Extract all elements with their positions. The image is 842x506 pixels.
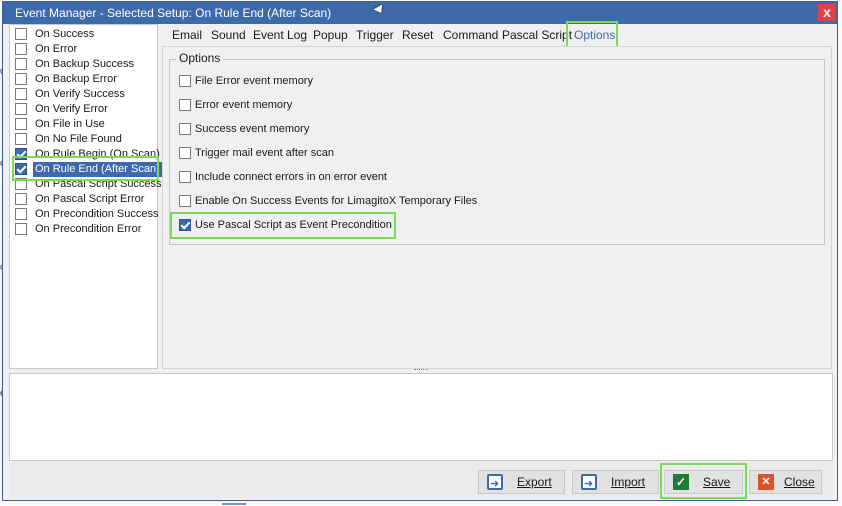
tab-email[interactable]: Email bbox=[172, 26, 202, 44]
tab-sound[interactable]: Sound bbox=[211, 26, 246, 44]
option-label: Trigger mail event after scan bbox=[195, 147, 334, 159]
event-list-item[interactable]: On Verify Success bbox=[13, 87, 161, 102]
checkbox[interactable] bbox=[179, 99, 191, 111]
event-list-item[interactable]: On Rule Begin (On Scan) bbox=[13, 147, 161, 162]
event-label: On Success bbox=[35, 28, 95, 40]
window-close-button[interactable]: x bbox=[818, 4, 836, 21]
event-list-item[interactable]: On Error bbox=[13, 42, 161, 57]
checkbox-checked[interactable] bbox=[15, 163, 27, 175]
import-label: Import bbox=[611, 475, 646, 489]
tab-popup[interactable]: Popup bbox=[313, 26, 348, 44]
event-label: On Rule End (After Scan) bbox=[33, 162, 162, 177]
options-group-legend: Options bbox=[176, 51, 224, 65]
option-label: Use Pascal Script as Event Precondition bbox=[195, 219, 392, 231]
event-list-item[interactable]: On File in Use bbox=[13, 117, 161, 132]
checkbox[interactable] bbox=[179, 147, 191, 159]
event-list-item[interactable]: On Backup Error bbox=[13, 72, 161, 87]
save-label: Save bbox=[703, 475, 731, 489]
export-label: Export bbox=[517, 475, 552, 489]
option-label: Enable On Success Events for LimagitoX T… bbox=[195, 195, 478, 207]
checkbox[interactable] bbox=[15, 133, 27, 145]
check-icon: ✓ bbox=[673, 474, 689, 490]
export-icon bbox=[487, 473, 503, 495]
event-label: On Backup Error bbox=[35, 73, 117, 85]
tab-command[interactable]: Command bbox=[443, 26, 498, 44]
option-label: File Error event memory bbox=[195, 75, 313, 87]
import-icon bbox=[581, 473, 597, 495]
event-list-item[interactable]: On Pascal Script Success bbox=[13, 177, 162, 192]
title-bar[interactable]: Event Manager - Selected Setup: On Rule … bbox=[3, 2, 837, 24]
event-list-item[interactable]: On Verify Error bbox=[13, 102, 161, 117]
event-label: On Precondition Success bbox=[35, 208, 159, 220]
taskbar-fragment bbox=[222, 503, 246, 505]
close-label: Close bbox=[784, 475, 815, 489]
event-label: On No File Found bbox=[35, 133, 122, 145]
tab-options[interactable]: Options bbox=[574, 26, 615, 44]
checkbox[interactable] bbox=[179, 123, 191, 135]
checkbox[interactable] bbox=[15, 88, 27, 100]
checkbox[interactable] bbox=[15, 43, 27, 55]
save-button[interactable]: ✓ Save bbox=[664, 470, 743, 494]
event-label: On Error bbox=[35, 43, 78, 55]
details-pane bbox=[9, 373, 833, 461]
checkbox[interactable] bbox=[179, 75, 191, 87]
tab-reset[interactable]: Reset bbox=[402, 26, 433, 44]
checkbox[interactable] bbox=[15, 178, 27, 190]
event-label: On Pascal Script Error bbox=[35, 193, 145, 205]
event-label: On Verify Success bbox=[35, 88, 125, 100]
close-button[interactable]: ✕ Close bbox=[749, 470, 822, 494]
event-list-item[interactable]: On Success bbox=[13, 27, 161, 42]
checkbox-checked[interactable] bbox=[15, 148, 27, 160]
option-label: Success event memory bbox=[195, 123, 310, 135]
window-title: Event Manager - Selected Setup: On Rule … bbox=[15, 6, 332, 20]
tab-pascal-script[interactable]: Pascal Script bbox=[502, 26, 572, 44]
checkbox[interactable] bbox=[15, 223, 27, 235]
export-button[interactable]: Export bbox=[478, 470, 565, 495]
checkbox[interactable] bbox=[15, 103, 27, 115]
checkbox[interactable] bbox=[15, 73, 27, 85]
event-list-item[interactable]: On Backup Success bbox=[13, 57, 161, 72]
event-list-item[interactable]: On Rule End (After Scan) bbox=[13, 162, 162, 177]
tab-event-log[interactable]: Event Log bbox=[253, 26, 307, 44]
event-label: On Pascal Script Success bbox=[35, 178, 162, 190]
close-icon: ✕ bbox=[758, 474, 774, 490]
checkbox-checked[interactable] bbox=[179, 219, 191, 231]
checkbox[interactable] bbox=[179, 171, 191, 183]
event-label: On Precondition Error bbox=[35, 223, 142, 235]
event-label: On Rule Begin (On Scan) bbox=[35, 148, 160, 160]
event-label: On Verify Error bbox=[35, 103, 108, 115]
option-label: Error event memory bbox=[195, 99, 293, 111]
checkbox[interactable] bbox=[15, 58, 27, 70]
option-label: Include connect errors in on error event bbox=[195, 171, 387, 183]
event-list-item[interactable]: On Precondition Success bbox=[13, 207, 161, 222]
event-list-item[interactable]: On Precondition Error bbox=[13, 222, 161, 237]
checkbox[interactable] bbox=[179, 195, 191, 207]
import-button[interactable]: Import bbox=[572, 470, 659, 495]
checkbox[interactable] bbox=[15, 193, 27, 205]
event-list-item[interactable]: On No File Found bbox=[13, 132, 161, 147]
event-label: On File in Use bbox=[35, 118, 105, 130]
event-list-item[interactable]: On Pascal Script Error bbox=[13, 192, 161, 207]
checkbox[interactable] bbox=[15, 28, 27, 40]
tab-trigger[interactable]: Trigger bbox=[356, 26, 394, 44]
event-label: On Backup Success bbox=[35, 58, 135, 70]
checkbox[interactable] bbox=[15, 118, 27, 130]
checkbox[interactable] bbox=[15, 208, 27, 220]
